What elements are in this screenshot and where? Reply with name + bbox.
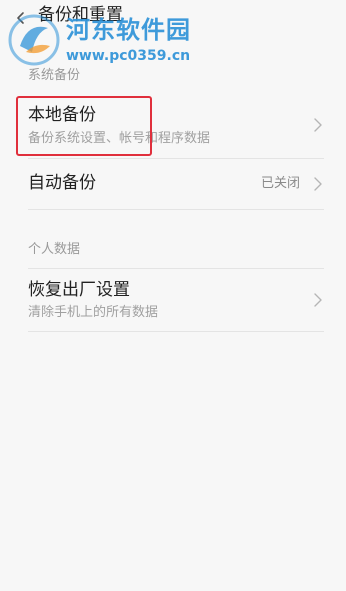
watermark: 河东软件园 www.pc0359.cn bbox=[2, 4, 222, 68]
section-header-personal-data: 个人数据 bbox=[28, 242, 81, 257]
watermark-name: 河东软件园 bbox=[66, 16, 191, 44]
divider bbox=[28, 331, 324, 332]
highlight-annotation bbox=[16, 96, 152, 156]
settings-row-factory-reset[interactable]: 恢复出厂设置 清除手机上的所有数据 bbox=[0, 269, 346, 331]
section-header-system-backup: 系统备份 bbox=[28, 68, 81, 83]
chevron-right-icon bbox=[314, 293, 322, 307]
watermark-logo bbox=[6, 12, 62, 72]
row-subtitle: 清除手机上的所有数据 bbox=[28, 305, 159, 320]
row-title: 自动备份 bbox=[28, 173, 96, 193]
settings-row-auto-backup[interactable]: 自动备份 已关闭 bbox=[0, 159, 346, 209]
row-value-status: 已关闭 bbox=[260, 176, 300, 191]
watermark-url: www.pc0359.cn bbox=[66, 48, 191, 64]
chevron-right-icon bbox=[314, 118, 322, 132]
row-title: 恢复出厂设置 bbox=[28, 280, 130, 300]
divider bbox=[28, 209, 324, 210]
chevron-right-icon bbox=[314, 177, 322, 191]
